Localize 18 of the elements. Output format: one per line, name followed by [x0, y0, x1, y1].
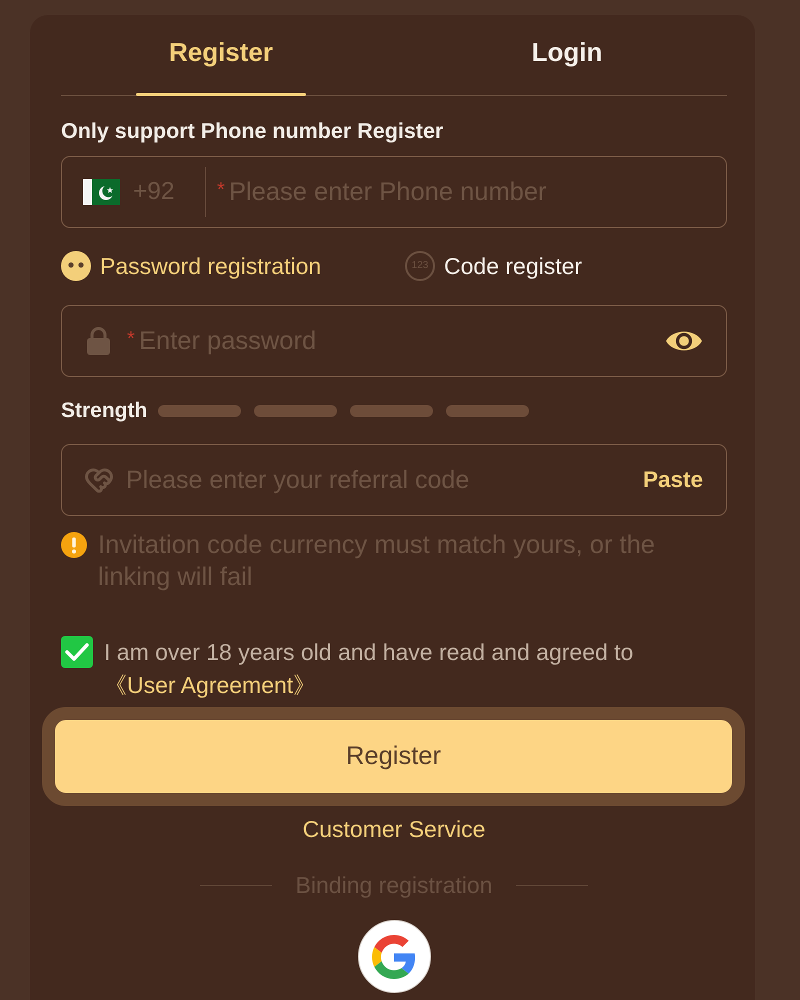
agreement-checkbox[interactable] [61, 636, 93, 668]
dots-icon [61, 251, 91, 281]
strength-label: Strength [61, 399, 148, 423]
required-mark: * [217, 180, 225, 200]
flag-icon [83, 179, 120, 205]
tab[interactable]: Register [61, 15, 381, 96]
register-mode-option[interactable]: Password registration [61, 251, 405, 281]
lock-icon [87, 327, 110, 355]
agreement-text: I am over 18 years old and have read and agreed to 《User Agreement》 [104, 638, 634, 700]
user-agreement-link[interactable]: 《User Agreement》 [104, 672, 316, 698]
google-logo-icon [372, 934, 416, 978]
customer-service-link[interactable]: Customer Service [302, 817, 486, 841]
paste-button[interactable]: Paste [642, 466, 703, 494]
required-mark: * [127, 329, 135, 349]
register-button[interactable]: Register [42, 707, 745, 806]
notice-text: Only support Phone number Register [61, 119, 444, 143]
tab[interactable]: Login [407, 15, 727, 96]
warning-icon [61, 532, 87, 558]
